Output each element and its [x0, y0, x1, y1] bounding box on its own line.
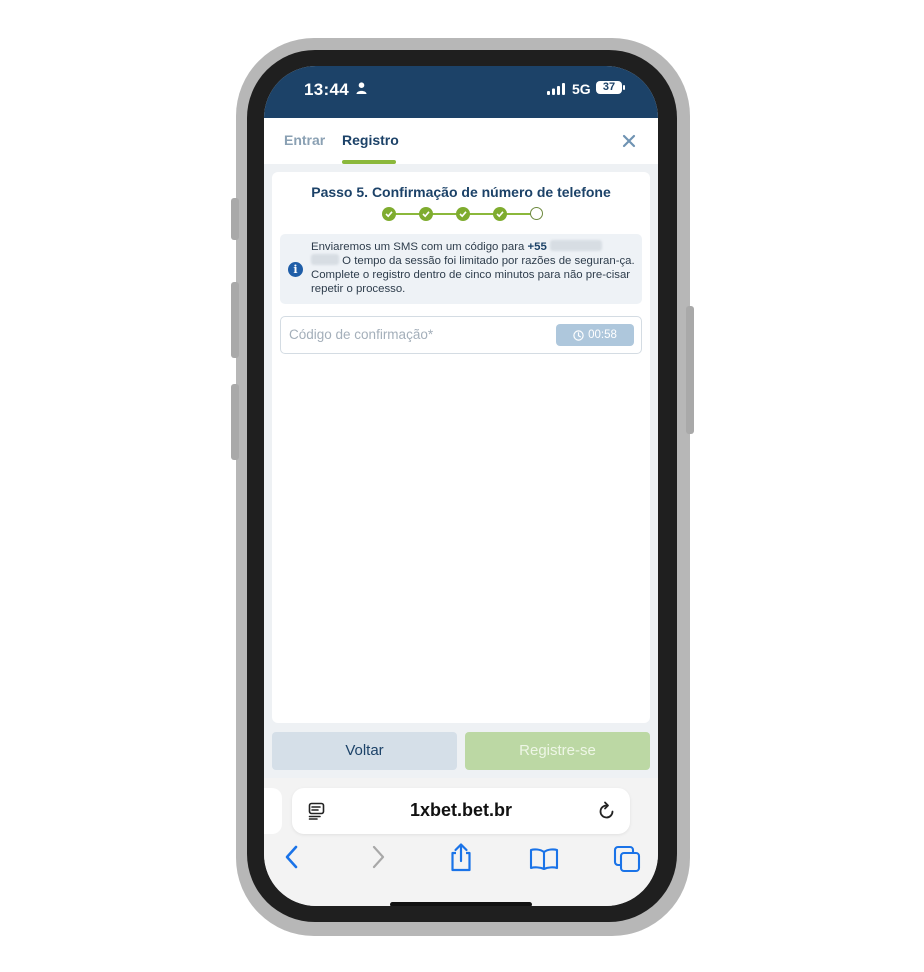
resend-timer: 00:58 [556, 324, 634, 346]
reload-icon[interactable] [598, 801, 616, 821]
info-text-session: O tempo da sessão foi limitado por razõe… [311, 255, 635, 295]
bookmarks-icon[interactable] [529, 847, 559, 871]
clock-icon [573, 329, 584, 341]
network-label: 5G [572, 81, 591, 97]
signal-icon [547, 83, 565, 95]
phone-screen: 13:44 5G 37 Entrar Registro Passo 5. Con… [264, 66, 658, 906]
sms-info-box: i Enviaremos um SMS com um código para +… [280, 234, 642, 304]
home-indicator [390, 902, 532, 906]
info-icon: i [288, 262, 303, 277]
step-3-complete-icon [456, 207, 470, 221]
previous-tab-preview[interactable] [264, 788, 282, 834]
step-progress [382, 206, 543, 224]
share-icon[interactable] [448, 842, 474, 872]
registration-card: Passo 5. Confirmação de número de telefo… [272, 172, 650, 723]
sms-info-text: Enviaremos um SMS com um código para +55… [311, 240, 639, 296]
close-icon[interactable] [622, 134, 636, 148]
step-5-current-icon [530, 207, 543, 220]
person-icon [356, 82, 367, 94]
confirmation-code-input[interactable]: Código de confirmação* 00:58 [280, 316, 642, 354]
register-button[interactable]: Registre-se [465, 732, 650, 770]
battery-icon: 37 [596, 81, 622, 94]
status-bar: 13:44 5G 37 [264, 66, 658, 118]
browser-toolbar: 1xbet.bet.br [264, 778, 658, 906]
address-bar[interactable]: 1xbet.bet.br [292, 788, 630, 834]
auth-tabs: Entrar Registro [264, 118, 658, 164]
silent-switch [231, 198, 239, 240]
status-time: 13:44 [304, 80, 349, 99]
url-text[interactable]: 1xbet.bet.br [292, 800, 630, 821]
tabs-icon[interactable] [613, 845, 641, 873]
redacted-phone-number-end [311, 254, 339, 265]
tab-entrar[interactable]: Entrar [284, 132, 325, 148]
power-button [686, 306, 694, 434]
redacted-phone-number [550, 240, 603, 251]
battery-tip [623, 85, 625, 90]
step-4-complete-icon [493, 207, 507, 221]
tab-registro[interactable]: Registro [342, 132, 399, 148]
info-text-intro: Enviaremos um SMS com um código para [311, 241, 528, 253]
timer-value: 00:58 [588, 329, 617, 341]
volume-up-button [231, 282, 239, 358]
step-1-complete-icon [382, 207, 396, 221]
phone-prefix: +55 [527, 241, 547, 253]
forward-arrow-icon[interactable] [370, 844, 386, 870]
back-arrow-icon[interactable] [284, 844, 300, 870]
step-2-complete-icon [419, 207, 433, 221]
confirmation-code-placeholder: Código de confirmação* [289, 327, 434, 342]
back-button[interactable]: Voltar [272, 732, 457, 770]
volume-down-button [231, 384, 239, 460]
step-title: Passo 5. Confirmação de número de telefo… [311, 184, 611, 200]
active-tab-indicator [342, 160, 396, 164]
